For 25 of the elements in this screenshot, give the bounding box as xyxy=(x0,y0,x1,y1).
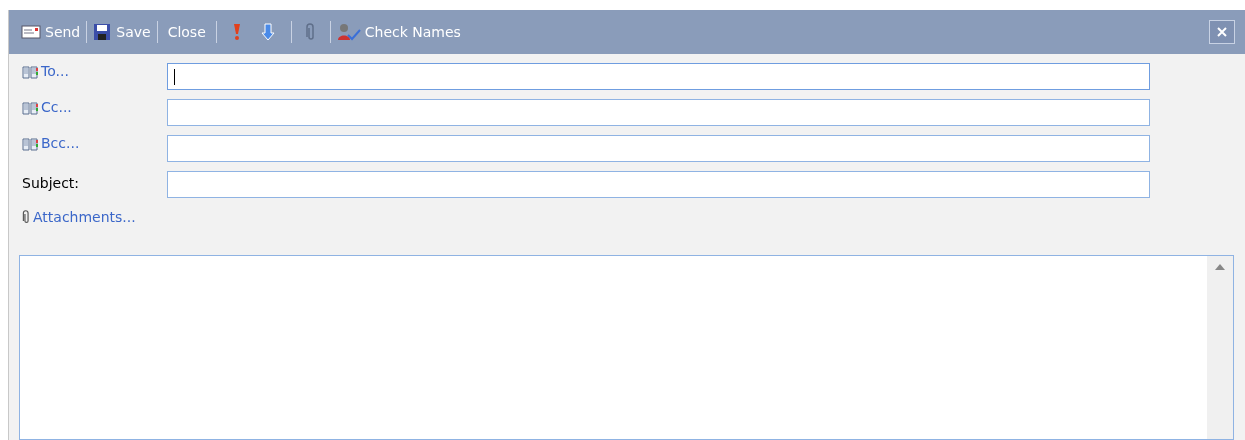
close-icon[interactable] xyxy=(1209,20,1235,44)
save-button[interactable]: Save xyxy=(93,21,151,43)
recipient-link[interactable]: To... xyxy=(22,61,167,82)
person-check-icon xyxy=(336,23,361,41)
recipient-link[interactable]: Cc... xyxy=(22,97,167,118)
exclamation-icon xyxy=(232,23,241,41)
input-field[interactable] xyxy=(167,135,1150,162)
paperclip-icon xyxy=(22,210,31,224)
attachments-link[interactable]: Attachments... xyxy=(33,206,136,228)
subject-label: Subject: xyxy=(22,174,81,193)
address-book-icon xyxy=(22,100,38,115)
recipient-link[interactable]: Bcc... xyxy=(22,133,167,154)
down-arrow-icon xyxy=(260,23,275,41)
envelope-icon xyxy=(21,25,41,39)
input-field[interactable] xyxy=(167,99,1150,126)
close-button[interactable]: Close xyxy=(163,21,210,43)
send-button[interactable]: Send xyxy=(21,21,81,43)
address-book-icon xyxy=(22,64,38,79)
scroll-up-icon[interactable] xyxy=(1215,264,1225,270)
input-field[interactable] xyxy=(167,171,1150,198)
input-field[interactable] xyxy=(167,63,1150,90)
scrollbar[interactable] xyxy=(1207,256,1233,439)
check-names-button[interactable]: Check Names xyxy=(336,21,461,43)
address-book-icon xyxy=(22,136,38,151)
paperclip-icon xyxy=(305,23,316,41)
